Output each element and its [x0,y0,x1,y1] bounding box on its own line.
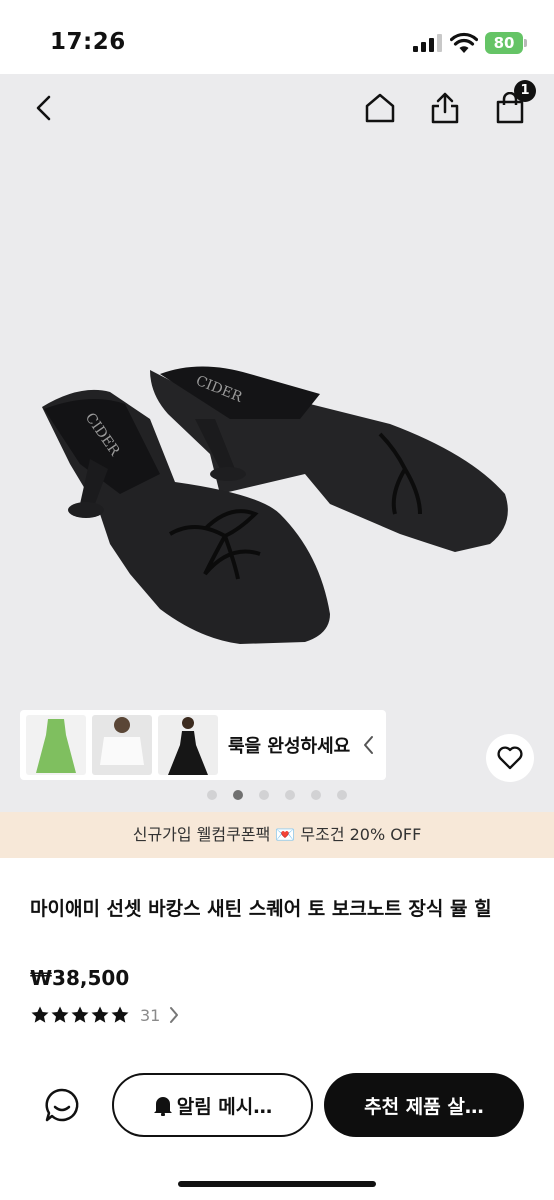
home-button[interactable] [358,86,402,130]
product-title: 마이애미 선셋 바캉스 새틴 스퀘어 토 보크노트 장식 뮬 힐 [30,898,492,920]
chevron-left-icon[interactable] [358,732,380,758]
status-bar: 17:26 80 [0,0,554,74]
rating-stars [30,1005,130,1025]
star-icon [51,1006,69,1023]
home-indicator [178,1181,376,1187]
look-thumbnail-white-top[interactable] [92,715,152,775]
carousel-dot[interactable] [233,790,243,800]
carousel-dot[interactable] [337,790,347,800]
carousel-dot[interactable] [259,790,269,800]
green-dress-image [36,719,76,773]
complete-the-look-card[interactable]: 룩을 완성하세요 [20,710,386,780]
chat-button[interactable] [40,1083,84,1127]
battery-indicator: 80 [485,32,523,54]
cellular-signal-icon [413,34,442,52]
share-button[interactable] [423,86,467,130]
cart-count-badge: 1 [514,80,536,102]
white-top-image [100,717,144,765]
heart-icon [497,746,523,770]
chevron-right-icon [170,1007,179,1023]
star-icon [91,1006,109,1023]
product-price: ₩38,500 [30,966,130,990]
complete-look-label: 룩을 완성하세요 [228,736,351,757]
carousel-dot[interactable] [311,790,321,800]
wishlist-button[interactable] [486,734,534,782]
battery-cap [524,39,527,47]
back-button[interactable] [22,86,66,130]
promo-banner[interactable]: 신규가입 웰컴쿠폰팩 💌 무조건 20% OFF [0,812,554,858]
bell-icon [153,1097,172,1116]
share-icon [431,92,459,124]
product-image-carousel[interactable]: CIDER CIDER 1 룩을 완성하세요 [0,74,554,812]
carousel-dot[interactable] [207,790,217,800]
carousel-dot[interactable] [285,790,295,800]
chat-bubble-icon [45,1088,79,1122]
review-count: 31 [140,1005,161,1025]
black-dress-image [168,717,208,775]
look-thumbnail-black-dress[interactable] [158,715,218,775]
chevron-left-icon [36,95,51,121]
stock-alert-label: 알림 메시… [176,1095,273,1118]
cart-button[interactable]: 1 [488,80,536,130]
rating-row[interactable]: 31 [30,1005,180,1025]
carousel-pagination [0,790,554,800]
recommended-products-button[interactable]: 추천 제품 살… [324,1073,524,1137]
star-icon [31,1006,49,1023]
product-image: CIDER CIDER [42,366,508,644]
star-icon [71,1006,89,1023]
home-icon [365,93,395,123]
wifi-icon [450,32,478,53]
star-icon [111,1006,129,1023]
stock-alert-button[interactable]: 알림 메시… [112,1073,313,1137]
status-time: 17:26 [50,29,126,55]
look-thumbnail-green-dress[interactable] [26,715,86,775]
